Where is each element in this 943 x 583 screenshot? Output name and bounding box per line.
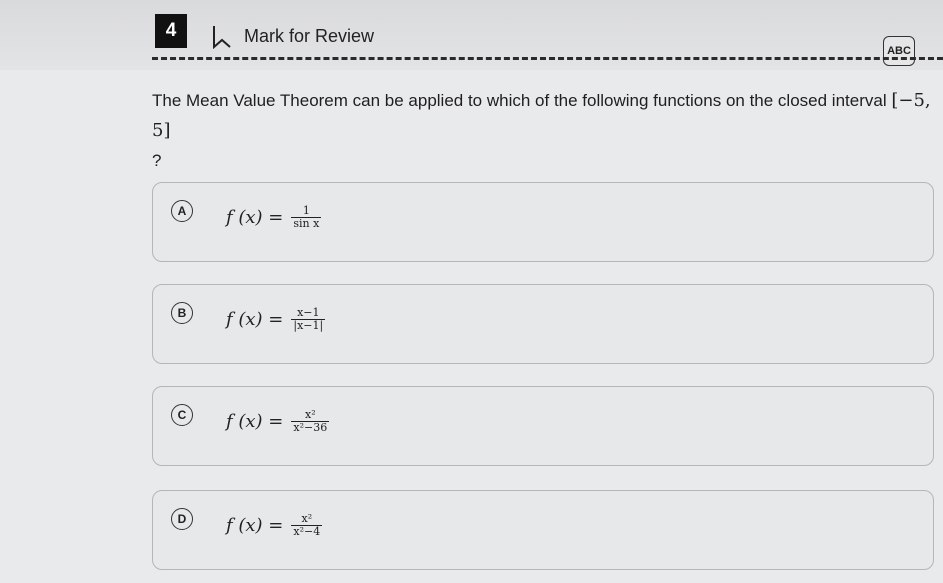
- fraction-denominator: sin x: [291, 217, 322, 230]
- mark-for-review-label[interactable]: Mark for Review: [244, 26, 374, 47]
- answer-choice-c[interactable]: C f (x) = x² x²−36: [152, 386, 934, 466]
- question-number-badge: 4: [155, 14, 187, 48]
- choice-letter-a: A: [171, 200, 193, 222]
- fraction-numerator: 1: [302, 204, 310, 217]
- fraction-denominator: x²−36: [291, 421, 330, 434]
- formula-fraction: x² x²−36: [291, 408, 330, 434]
- answer-choice-d[interactable]: D f (x) = x² x²−4: [152, 490, 934, 570]
- formula-fraction: x−1 |x−1|: [291, 306, 326, 332]
- fraction-numerator: x²: [301, 512, 313, 525]
- fraction-denominator: |x−1|: [291, 319, 326, 332]
- header-divider: [152, 57, 943, 60]
- formula-lhs: f (x) =: [226, 515, 284, 536]
- abc-strikethrough-button[interactable]: ABC: [883, 36, 915, 66]
- bookmark-icon[interactable]: [212, 25, 232, 49]
- answer-choice-b[interactable]: B f (x) = x−1 |x−1|: [152, 284, 934, 364]
- question-mark: ?: [152, 151, 162, 170]
- choice-formula-b: f (x) = x−1 |x−1|: [226, 306, 326, 332]
- choice-letter-b: B: [171, 302, 193, 324]
- choice-letter-c: C: [171, 404, 193, 426]
- fraction-numerator: x−1: [297, 306, 320, 319]
- choice-formula-a: f (x) = 1 sin x: [226, 204, 322, 230]
- formula-lhs: f (x) =: [226, 207, 284, 228]
- formula-fraction: 1 sin x: [291, 204, 322, 230]
- answer-choice-a[interactable]: A f (x) = 1 sin x: [152, 182, 934, 262]
- question-text: The Mean Value Theorem can be applied to…: [152, 86, 932, 176]
- fraction-numerator: x²: [304, 408, 316, 421]
- formula-lhs: f (x) =: [226, 309, 284, 330]
- choice-formula-d: f (x) = x² x²−4: [226, 512, 323, 538]
- fraction-denominator: x²−4: [291, 525, 323, 538]
- formula-fraction: x² x²−4: [291, 512, 323, 538]
- choice-letter-d: D: [171, 508, 193, 530]
- formula-lhs: f (x) =: [226, 411, 284, 432]
- abc-label: ABC: [887, 45, 911, 57]
- choice-formula-c: f (x) = x² x²−36: [226, 408, 330, 434]
- question-stem: The Mean Value Theorem can be applied to…: [152, 91, 887, 110]
- question-header: 4 Mark for Review ABC: [0, 0, 943, 70]
